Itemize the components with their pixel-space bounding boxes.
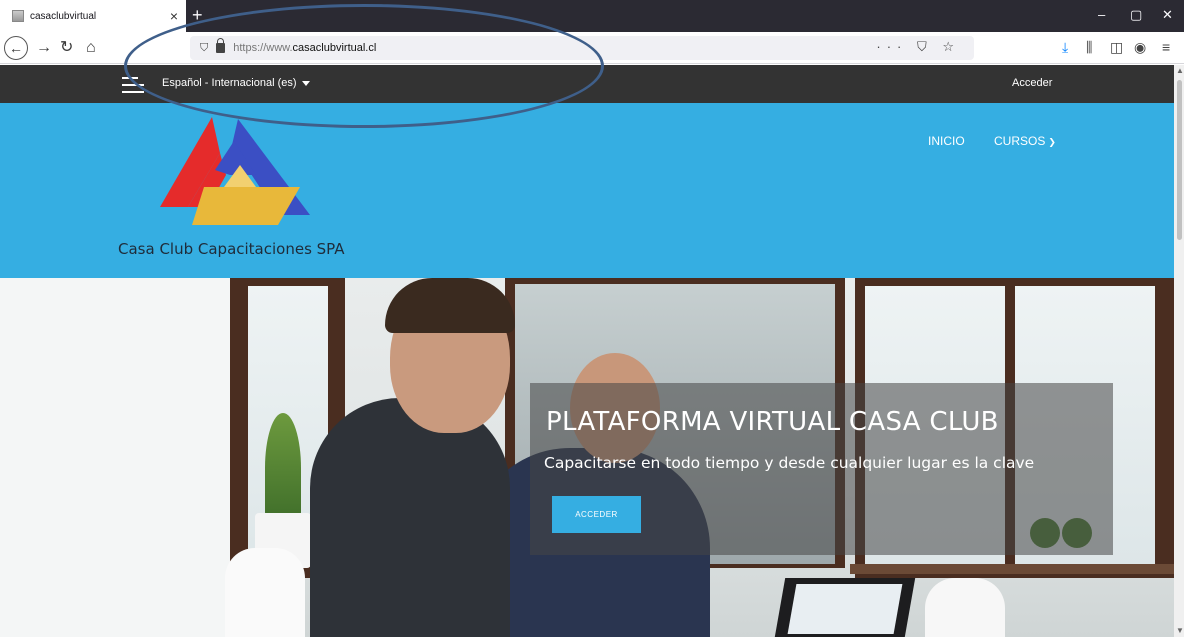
- arrow-left-icon: ←: [9, 40, 23, 56]
- menu-item-cursos[interactable]: CURSOS ❯: [994, 134, 1056, 148]
- page-actions-icons[interactable]: ··· ⛉ ☆: [876, 39, 960, 55]
- language-selector[interactable]: Español - Internacional (es): [162, 77, 310, 89]
- new-tab-button[interactable]: +: [192, 5, 203, 26]
- download-icon[interactable]: ⤓: [1062, 39, 1068, 56]
- tab-title: casaclubvirtual: [30, 10, 97, 22]
- hero-login-button[interactable]: ACCEDER: [552, 496, 641, 533]
- sidebar-icon[interactable]: ◫: [1110, 39, 1123, 56]
- close-window-icon[interactable]: ✕: [1162, 7, 1173, 23]
- person-standing-hair: [385, 278, 515, 333]
- hero-title: PLATAFORMA VIRTUAL CASA CLUB: [546, 407, 999, 437]
- hero-subtitle: Capacitarse en todo tiempo y desde cualq…: [544, 454, 1035, 472]
- menu-item-cursos-label: CURSOS: [994, 134, 1046, 148]
- hero-wall: [0, 278, 230, 637]
- brand-logo-icon[interactable]: [160, 115, 320, 225]
- library-icon[interactable]: ⫼: [1086, 39, 1092, 56]
- scroll-down-icon[interactable]: ▼: [1176, 626, 1184, 635]
- chair-left: [225, 548, 305, 637]
- chevron-down-icon: ❯: [1048, 137, 1056, 147]
- site-header: Casa Club Capacitaciones SPA INICIO CURS…: [0, 103, 1174, 278]
- brand-name: Casa Club Capacitaciones SPA: [118, 240, 345, 258]
- login-link[interactable]: Acceder: [1012, 77, 1052, 89]
- chair-right: [925, 578, 1005, 637]
- browser-nav-bar: ← → ↻ ⌂ ⛉ https://www. casaclubvirtual.cl…: [0, 32, 1184, 64]
- site-favicon-icon: [12, 10, 24, 22]
- url-protocol: https://www.: [233, 42, 293, 54]
- site-top-bar: Español - Internacional (es) Acceder: [0, 65, 1174, 103]
- home-icon[interactable]: ⌂: [86, 38, 96, 58]
- menu-item-inicio[interactable]: INICIO: [928, 134, 965, 148]
- tab-strip-background: [186, 0, 1184, 32]
- laptop-screen: [787, 584, 903, 634]
- person-standing: [310, 398, 510, 637]
- scroll-up-icon[interactable]: ▲: [1176, 66, 1184, 75]
- caret-down-icon: [301, 80, 310, 86]
- language-selector-label: Español - Internacional (es): [162, 77, 297, 89]
- browser-tab[interactable]: casaclubvirtual ×: [0, 0, 186, 32]
- menu-icon[interactable]: ≡: [1162, 39, 1170, 55]
- account-icon[interactable]: ◉: [1134, 39, 1146, 56]
- desk: [850, 564, 1174, 574]
- close-tab-icon[interactable]: ×: [170, 8, 178, 24]
- tracking-shield-icon[interactable]: ⛉: [200, 42, 208, 55]
- forward-icon[interactable]: →: [36, 38, 52, 58]
- reload-icon[interactable]: ↻: [60, 38, 73, 58]
- restore-window-icon[interactable]: ▢: [1130, 7, 1142, 23]
- hero-section: PLATAFORMA VIRTUAL CASA CLUB Capacitarse…: [0, 278, 1174, 637]
- hero-caption-panel: PLATAFORMA VIRTUAL CASA CLUB Capacitarse…: [530, 383, 1113, 555]
- url-domain: casaclubvirtual.cl: [292, 42, 377, 54]
- browser-tab-bar: casaclubvirtual × + – ▢ ✕: [0, 0, 1184, 32]
- address-bar[interactable]: ⛉ https://www. casaclubvirtual.cl ··· ⛉ ☆: [190, 36, 974, 60]
- hamburger-menu-icon[interactable]: [122, 77, 144, 93]
- back-button[interactable]: ←: [4, 36, 28, 60]
- scrollbar-thumb[interactable]: [1177, 80, 1182, 240]
- plant: [265, 413, 301, 523]
- minimize-window-icon[interactable]: –: [1098, 7, 1105, 22]
- lock-icon[interactable]: [216, 38, 226, 53]
